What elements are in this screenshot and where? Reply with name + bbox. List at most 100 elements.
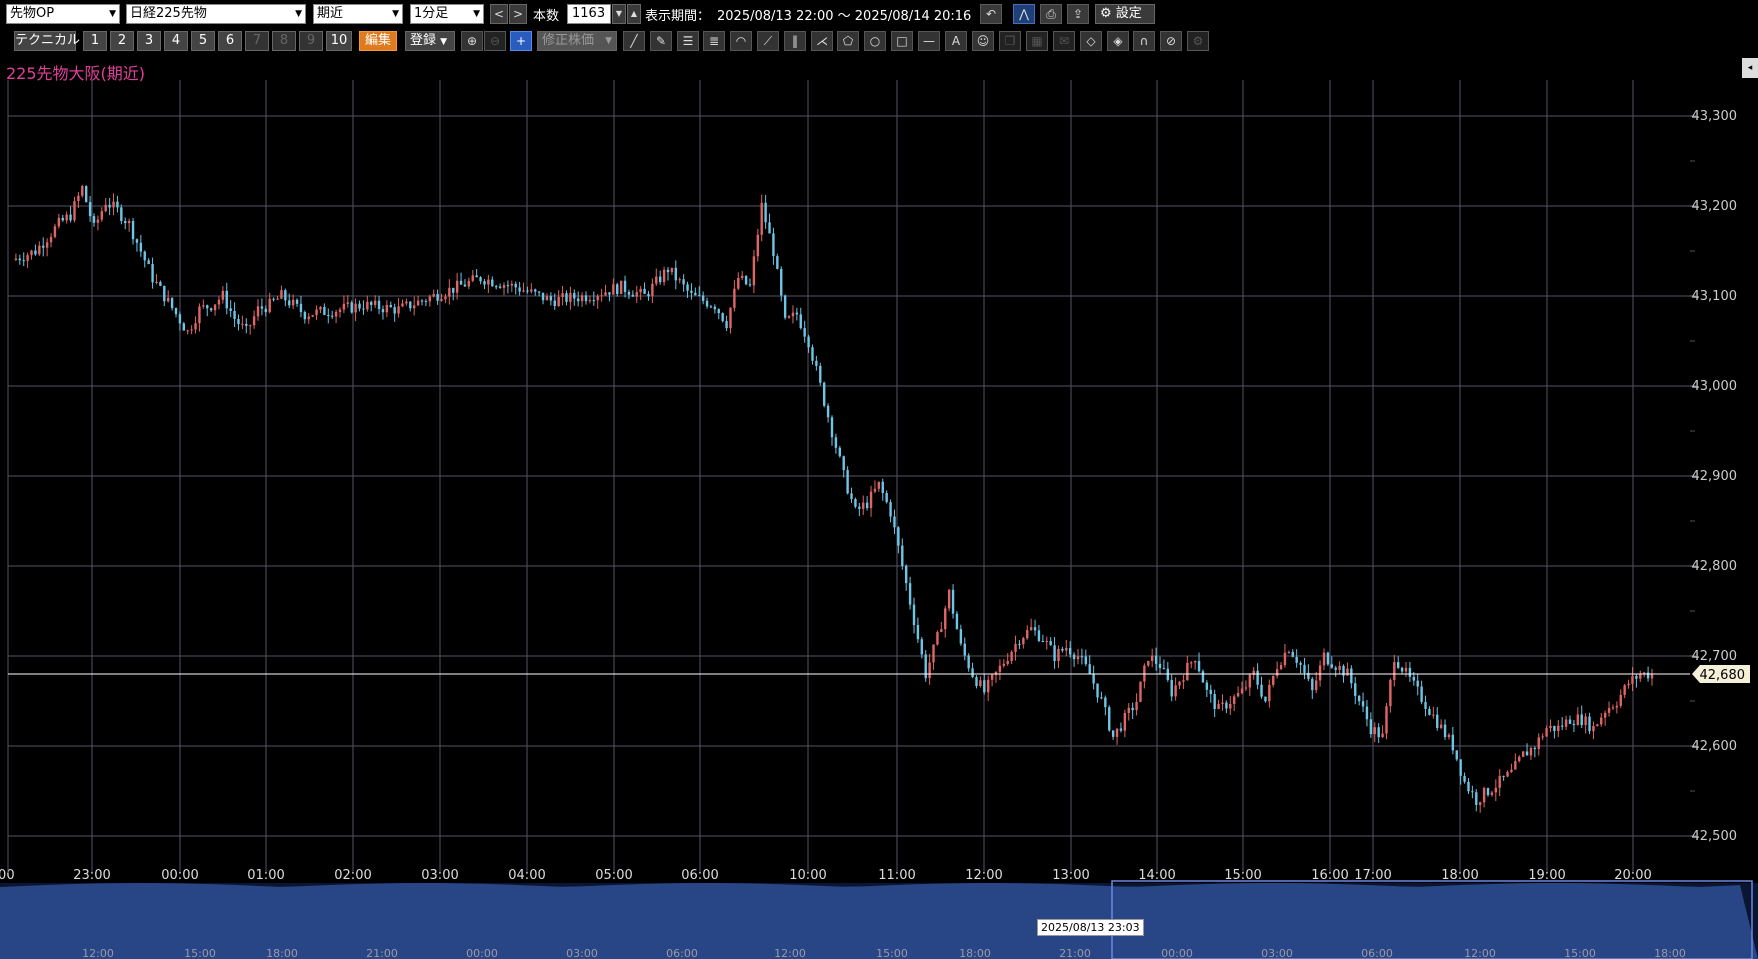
candle-body [463,284,467,287]
candle-body [1580,714,1583,726]
export-icon[interactable]: ⇪ [1067,4,1089,24]
bars-input[interactable]: 1163 [567,4,611,24]
circle-icon[interactable]: ○ [864,31,886,51]
candle-body [1178,681,1181,686]
interval-select[interactable]: 1分足 ▼ [410,4,484,24]
icon-stamp-icon[interactable]: ☺ [972,31,994,51]
trendline-icon[interactable]: ╱ [623,31,645,51]
technical-button[interactable]: テクニカル [14,31,80,51]
polygon-icon[interactable]: ⬠ [837,31,859,51]
candle-body [96,219,100,223]
symbol-select[interactable]: 日経225先物 ▼ [126,4,306,24]
candle-body [1026,630,1029,639]
candle-body [510,283,514,286]
preset-4-button[interactable]: 4 [164,31,188,51]
parallel-lines-icon[interactable]: ☰ [677,31,699,51]
adjust-price-select[interactable]: 修正株価 ▼ [537,31,617,51]
candle-body [1135,701,1138,711]
navigator-label: 15:00 [1564,947,1596,959]
candle-body [959,629,963,644]
candle-body [1475,792,1478,805]
candle-body [561,293,564,297]
candle-body [186,330,189,332]
settings-button[interactable]: ⚙ 設定 [1095,4,1155,24]
bars-dropdown-icon[interactable]: ▼ [612,4,626,24]
preset-5-button[interactable]: 5 [191,31,215,51]
candle-body [1248,674,1252,688]
bars-up-icon[interactable]: ▲ [627,4,641,24]
preset-6-button[interactable]: 6 [218,31,242,51]
preset-1-button[interactable]: 1 [83,31,107,51]
zoom-out-icon[interactable]: ⊖ [484,31,506,51]
rectangle-icon[interactable]: □ [891,31,913,51]
candle-body [1635,675,1638,679]
chart-mode-icon[interactable]: ⋀ [1013,4,1035,24]
prev-button[interactable]: < [490,4,508,24]
print-icon[interactable]: ⎙ [1040,4,1062,24]
candle-body [1225,702,1228,709]
candle-body [537,291,541,293]
candle-body [498,286,502,288]
undo-icon[interactable]: ↶ [980,4,1002,24]
x-tick-label: 11:00 [878,868,915,883]
register-button[interactable]: 登録 ▼ [405,31,455,51]
eraser-all-icon[interactable]: ◈ [1107,31,1129,51]
price-chart[interactable]: 42,500 42,600 42,700 42,800 42,900 43,000 43,1… [0,80,1758,959]
candle-body [1268,684,1271,702]
candle-body [342,303,346,310]
x-tick-label: 00:00 [161,868,198,883]
contract-select[interactable]: 期近 ▼ [313,4,403,24]
collapse-panel-icon[interactable]: ◂ [1742,58,1758,78]
candle-body [84,186,88,203]
pitchfork-icon[interactable]: ⋌ [811,31,833,51]
edit-button[interactable]: 編集 [359,31,397,51]
eraser-icon[interactable]: ◇ [1080,31,1102,51]
candle-body [740,275,744,278]
lock-icon[interactable]: ⊘ [1160,31,1182,51]
grid-icon[interactable]: ▦ [1026,31,1048,51]
candle-body [104,204,107,212]
fibonacci-icon[interactable]: ≣ [703,31,725,51]
candle-body [1096,683,1099,698]
copy-icon[interactable]: ❐ [999,31,1021,51]
candle-body [748,284,752,286]
preset-2-button[interactable]: 2 [110,31,134,51]
product-select[interactable]: 先物OP ▼ [6,4,120,24]
preset-7-button[interactable]: 7 [245,31,269,51]
preset-3-button[interactable]: 3 [137,31,161,51]
period-value: 2025/08/13 22:00 ～ 2025/08/14 20:16 [717,9,972,24]
candle-body [1127,707,1130,713]
candle-body [221,290,225,300]
product-select-value: 先物OP [10,6,55,21]
tool-settings-icon[interactable]: ⚙ [1187,31,1209,51]
candle-body [709,306,713,308]
vertical-lines-icon[interactable]: ‖ [784,31,806,51]
text-icon[interactable]: A [945,31,967,51]
candle-body [1451,734,1455,751]
comment-icon[interactable]: ✉ [1053,31,1075,51]
crosshair-icon[interactable]: + [510,31,532,51]
candle-body [1596,724,1599,727]
preset-8-button[interactable]: 8 [272,31,296,51]
preset-9-button[interactable]: 9 [299,31,323,51]
candle-body [998,665,1002,672]
candle-body [623,280,627,292]
candle-body [155,281,158,283]
fan-icon[interactable]: ⟋ [757,31,779,51]
horizontal-line-icon[interactable]: — [918,31,940,51]
chevron-down-icon: ▼ [440,37,448,47]
preset-10-button[interactable]: 10 [326,31,352,51]
candle-body [1287,651,1291,653]
arc-icon[interactable]: ◠ [730,31,752,51]
zoom-in-icon[interactable]: ⊕ [461,31,483,51]
candle-body [944,608,947,630]
candle-body [1506,772,1509,777]
candle-body [116,201,119,208]
candle-body [604,292,607,296]
magnet-icon[interactable]: ∩ [1133,31,1155,51]
candle-body [1244,687,1248,689]
candle-body [178,314,182,324]
ruler-icon[interactable]: ✎ [650,31,672,51]
next-button[interactable]: > [509,4,527,24]
candle-body [1365,706,1369,720]
